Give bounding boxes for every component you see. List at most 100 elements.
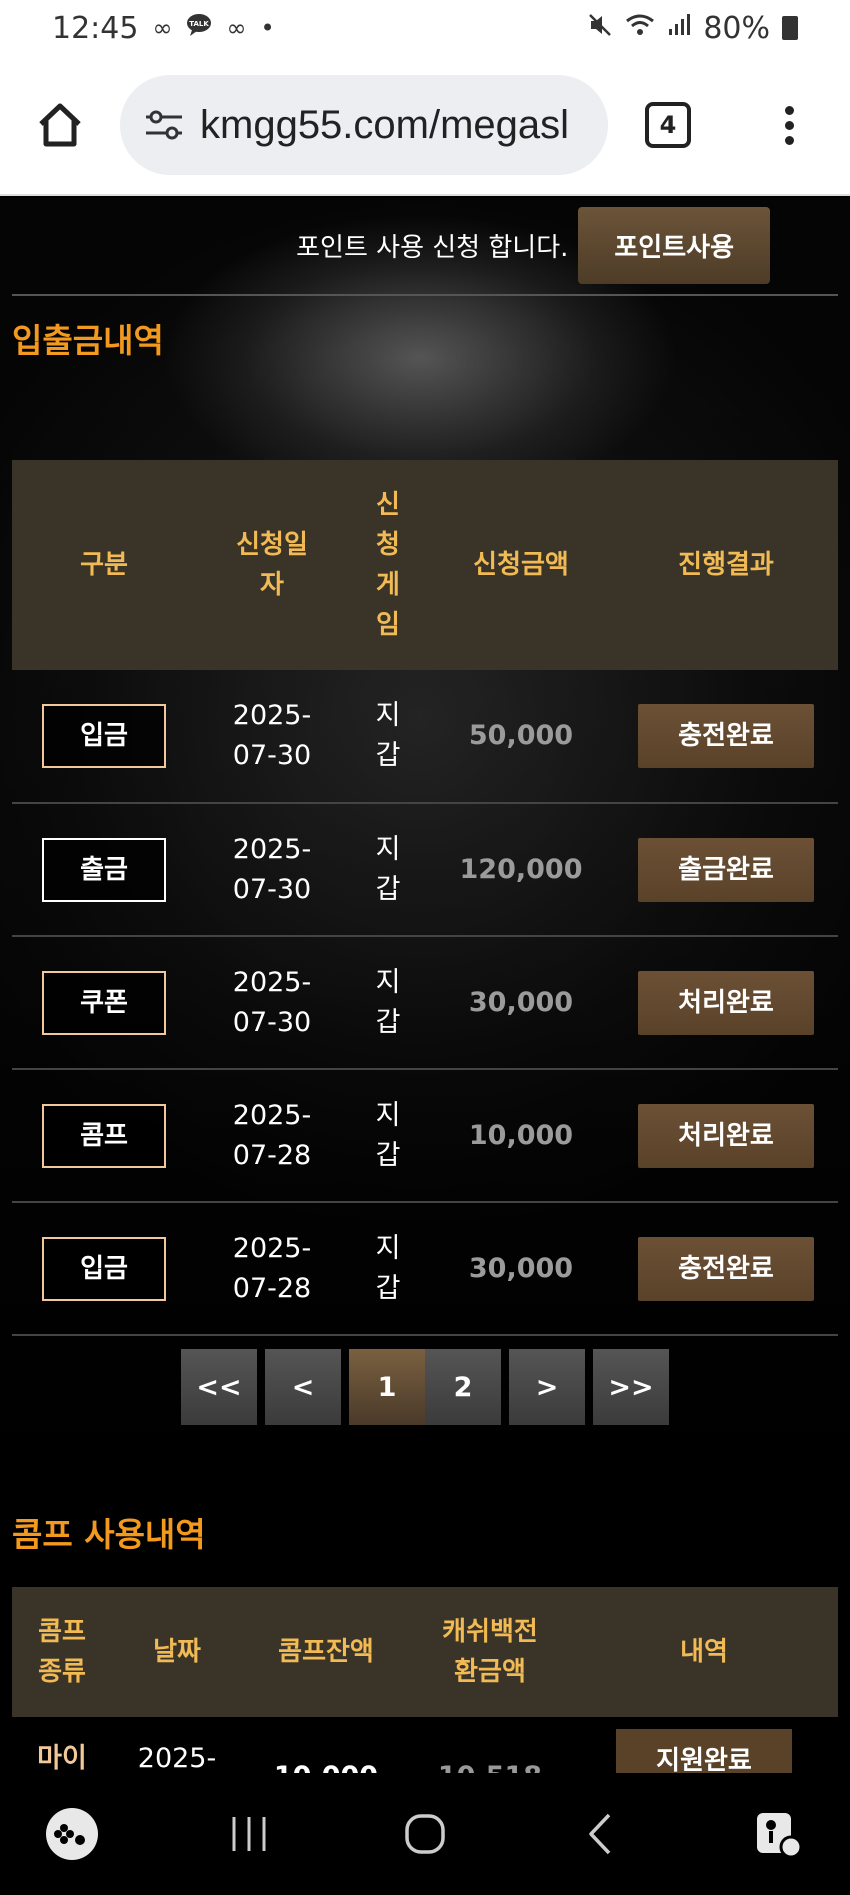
- point-request-text: 포인트 사용 신청 합니다.: [296, 232, 569, 263]
- table-row: 마이 2025- 10,000 10,518 지원완료: [12, 1717, 838, 1773]
- date-part: 2025-: [232, 966, 312, 998]
- type-badge: 콤프: [42, 1103, 166, 1168]
- talk-icon: TALK: [186, 13, 212, 43]
- game-cell: 지갑: [348, 1069, 428, 1203]
- result-cell: 출금완료: [614, 803, 838, 937]
- more-icon: [784, 105, 794, 115]
- table-row: 입금 2025- 07-30 지갑 50,000 충전완료: [12, 670, 838, 804]
- wifi-icon: [625, 13, 655, 43]
- tab-switcher-button[interactable]: 4: [608, 56, 728, 194]
- result-button[interactable]: 충전완료: [638, 1236, 814, 1301]
- web-content: 포인트 사용 신청 합니다. 포인트사용 입출금내역 구분 신청일자 신청게임 …: [0, 198, 850, 1773]
- type-cell: 입금: [12, 1202, 196, 1336]
- date-cell: 2025- 07-30: [196, 670, 348, 804]
- comp-type-cell: 마이: [37, 1743, 87, 1773]
- more-icon-dot: [784, 135, 794, 145]
- column-header: 캐쉬백전 환금액: [410, 1587, 570, 1717]
- accessibility-button[interactable]: [748, 1804, 808, 1864]
- column-header-text: 신청일자: [236, 530, 308, 600]
- browser-toolbar: kmgg55.com/megasl 4: [0, 56, 850, 196]
- recent-apps-button[interactable]: [219, 1804, 279, 1864]
- amount-cell: 30,000: [428, 1202, 614, 1336]
- date-cell: 2025- 07-30: [196, 936, 348, 1070]
- game-cell: 지갑: [348, 936, 428, 1070]
- url-bar[interactable]: kmgg55.com/megasl: [120, 75, 608, 175]
- date-part: 07-30: [232, 1006, 312, 1038]
- game-text: 지갑: [375, 1099, 401, 1171]
- tab-count: 4: [645, 102, 691, 148]
- date-cell: 2025- 07-28: [196, 1202, 348, 1336]
- back-nav-button[interactable]: [572, 1804, 632, 1864]
- system-nav-bar: [0, 1773, 850, 1895]
- type-badge: 출금: [42, 837, 166, 902]
- game-text: 지갑: [375, 1232, 401, 1304]
- game-launcher-button[interactable]: [42, 1804, 102, 1864]
- infinity-icon: ∞: [152, 14, 173, 42]
- transactions-table: 구분 신청일자 신청게임 신청금액 진행결과 입금 2025- 07-30 지갑 …: [12, 460, 838, 1336]
- type-cell: 쿠폰: [12, 936, 196, 1070]
- column-header-text: 캐쉬백전 환금액: [442, 1617, 538, 1687]
- site-settings-icon[interactable]: [140, 108, 188, 142]
- result-button[interactable]: 출금완료: [638, 837, 814, 902]
- home-button[interactable]: [0, 56, 120, 194]
- use-points-button[interactable]: 포인트사용: [578, 206, 770, 284]
- prev-page-button[interactable]: <: [265, 1349, 341, 1425]
- amount-cell: 30,000: [428, 936, 614, 1070]
- amount-cell: 120,000: [428, 803, 614, 937]
- result-button[interactable]: 충전완료: [638, 704, 814, 768]
- comp-date-cell: 2025-: [137, 1743, 217, 1773]
- browser-menu-button[interactable]: [728, 56, 850, 194]
- next-page-button[interactable]: >: [509, 1349, 585, 1425]
- type-badge: 입금: [42, 1236, 166, 1301]
- mute-icon: [587, 12, 613, 44]
- date-part: 07-28: [232, 1139, 312, 1171]
- comp-history-button[interactable]: 지원완료: [616, 1729, 792, 1773]
- date-cell: 2025- 07-28: [196, 1069, 348, 1203]
- column-header: 신청일자: [196, 460, 348, 670]
- clock: 12:45: [52, 10, 139, 46]
- table-row: 출금 2025- 07-30 지갑 120,000 출금완료: [12, 803, 838, 937]
- date-part: 07-28: [232, 1272, 312, 1304]
- column-header: 신청금액: [428, 460, 614, 670]
- last-page-button[interactable]: >>: [593, 1349, 669, 1425]
- game-cell: 지갑: [348, 803, 428, 937]
- date-part: 07-30: [232, 740, 312, 771]
- game-text: 지갑: [375, 966, 401, 1038]
- result-button[interactable]: 처리완료: [638, 970, 814, 1035]
- accessibility-icon: [757, 1813, 803, 1859]
- first-page-button[interactable]: <<: [181, 1349, 257, 1425]
- result-cell: 처리완료: [614, 936, 838, 1070]
- more-icon-dot: [784, 120, 794, 130]
- home-nav-button[interactable]: [395, 1804, 455, 1864]
- transactions-title: 입출금내역: [12, 321, 164, 360]
- comp-balance-cell: 10,000: [242, 1717, 410, 1773]
- type-cell: 입금: [12, 670, 196, 804]
- table-header-row: 콤프 종류 날짜 콤프잔액 캐쉬백전 환금액 내역: [12, 1587, 838, 1717]
- date-part: 2025-: [232, 1099, 312, 1131]
- game-text: 지갑: [375, 700, 401, 771]
- result-button[interactable]: 처리완료: [638, 1103, 814, 1168]
- comp-history-cell: 지원완료: [570, 1717, 838, 1773]
- result-cell: 처리완료: [614, 1069, 838, 1203]
- result-cell: 충전완료: [614, 1202, 838, 1336]
- comp-history-title: 콤프 사용내역: [12, 1515, 206, 1554]
- date-part: 2025-: [232, 700, 312, 731]
- game-cell: 지갑: [348, 1202, 428, 1336]
- game-text: 지갑: [375, 833, 401, 905]
- infinity-icon: ∞: [226, 14, 247, 42]
- table-header-row: 구분 신청일자 신청게임 신청금액 진행결과: [12, 460, 838, 670]
- page-numbers: 1 2: [349, 1349, 501, 1425]
- page-2-button[interactable]: 2: [425, 1349, 501, 1425]
- result-cell: 충전완료: [614, 670, 838, 804]
- pagination: << < 1 2 > >>: [0, 1349, 850, 1425]
- date-part: 2025-: [232, 1232, 312, 1264]
- recent-apps-icon: [232, 1817, 265, 1851]
- date-part: 2025-: [232, 833, 312, 865]
- column-header: 날짜: [112, 1587, 242, 1717]
- column-header: 구분: [12, 460, 196, 670]
- gamepad-icon: [46, 1808, 98, 1860]
- page-1-button[interactable]: 1: [349, 1349, 425, 1425]
- home-icon: [39, 103, 81, 147]
- date-part: 07-30: [232, 873, 312, 905]
- table-row: 쿠폰 2025- 07-30 지갑 30,000 처리완료: [12, 936, 838, 1070]
